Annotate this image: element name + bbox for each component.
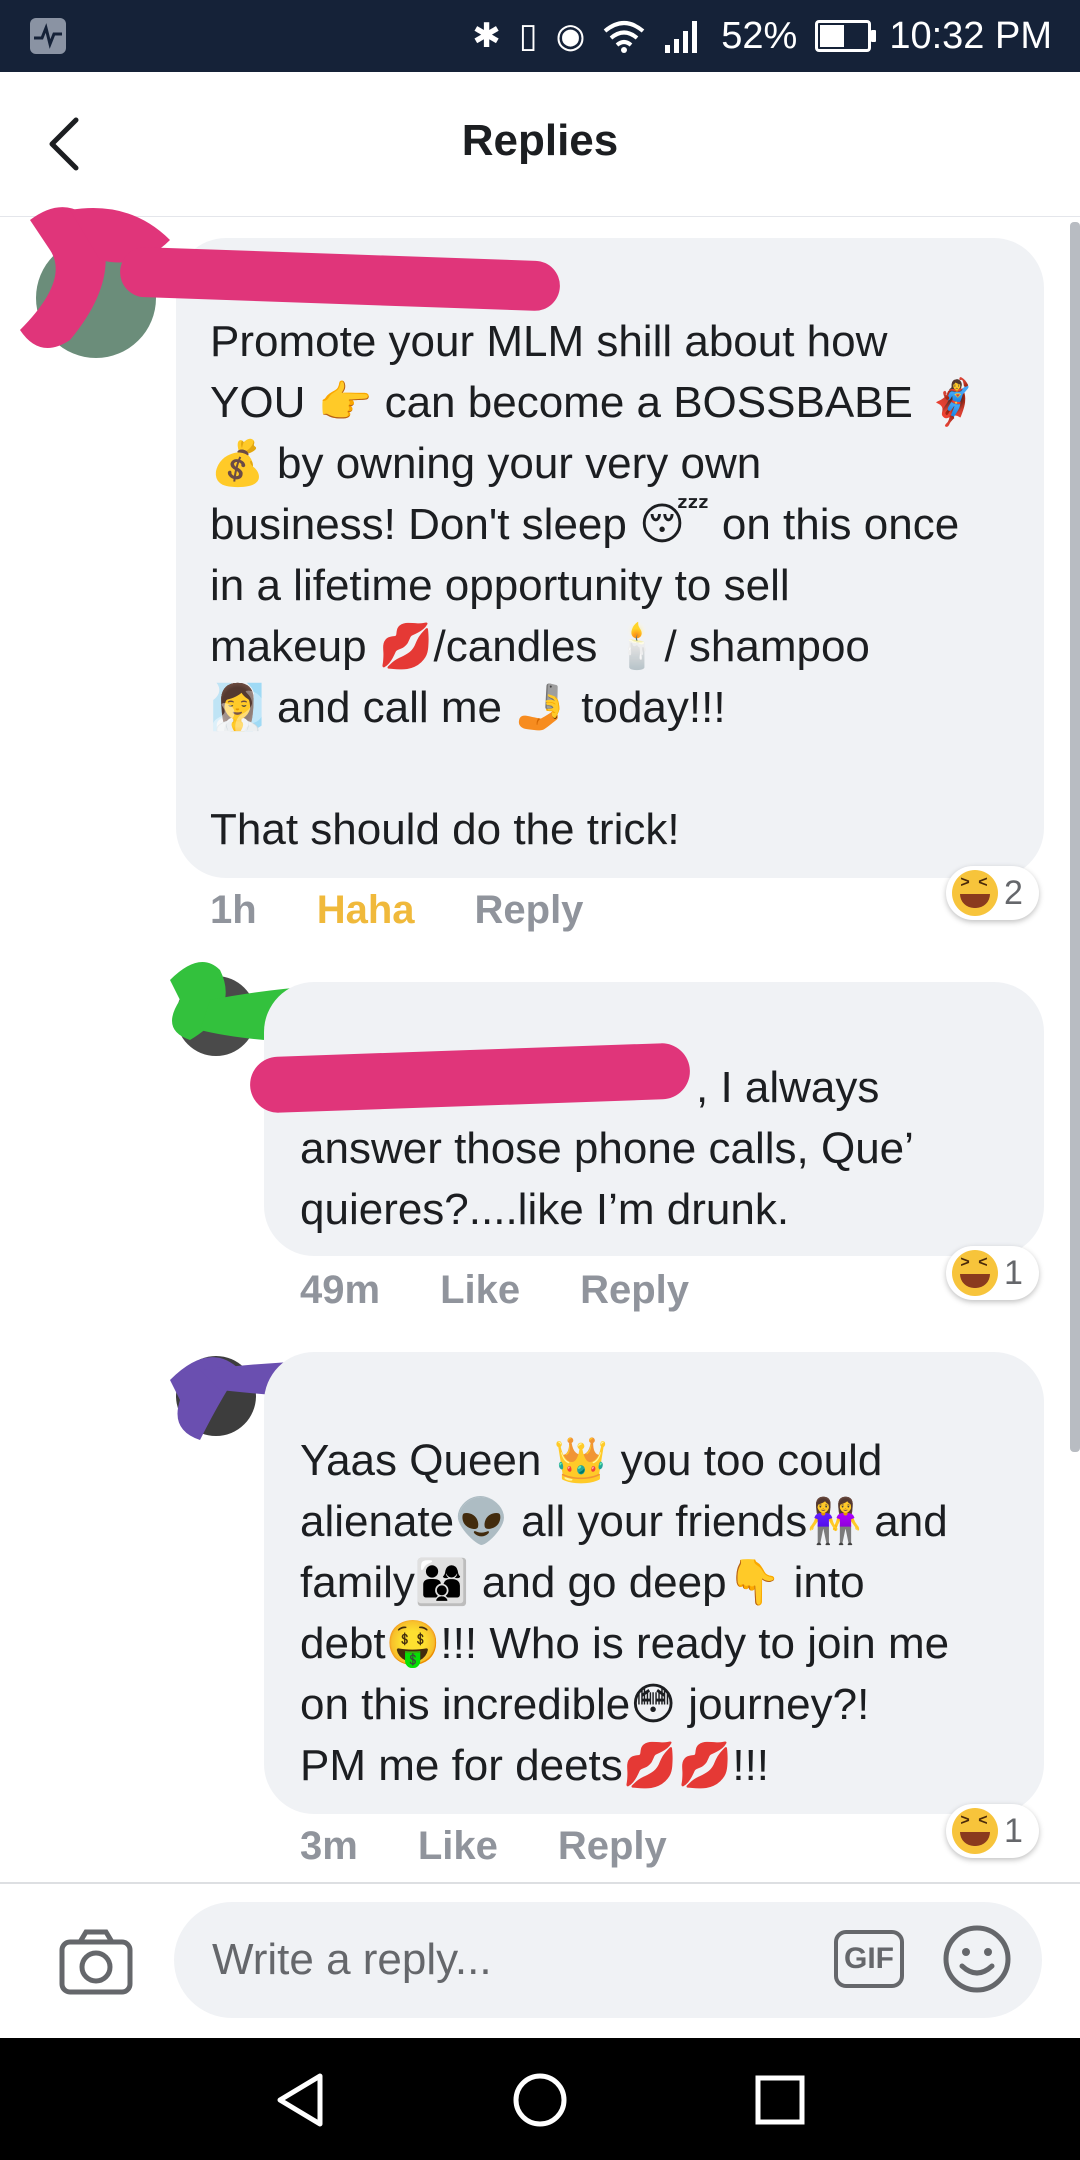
reaction-count: 1 xyxy=(1004,1253,1023,1292)
comment-text: Promote your MLM shill about how YOU 👉 c… xyxy=(210,317,980,854)
comment-actions: 3m Like Reply xyxy=(300,1816,667,1876)
scrollbar[interactable] xyxy=(1070,222,1080,1452)
comment-text: answer those phone calls, Que’ quieres?.… xyxy=(300,1124,914,1234)
battery-icon xyxy=(815,20,877,52)
haha-emoji-icon xyxy=(952,870,998,916)
back-triangle-icon xyxy=(277,2073,323,2127)
reaction-badge[interactable]: 1 xyxy=(946,1804,1039,1858)
emoji-button[interactable] xyxy=(942,1924,1012,1994)
comment-text: Yaas Queen 👑 you too could alienate👽 all… xyxy=(300,1436,950,1790)
reaction-badge[interactable]: 2 xyxy=(946,866,1039,920)
comment-time: 1h xyxy=(210,887,257,932)
composer-divider xyxy=(0,1882,1080,1884)
nav-back-button[interactable] xyxy=(262,2060,342,2140)
page-title: Replies xyxy=(461,116,619,165)
comment-actions: 49m Like Reply xyxy=(300,1260,689,1320)
signal-icon xyxy=(665,21,698,53)
camera-button[interactable] xyxy=(58,1928,134,1998)
gif-button[interactable]: GIF xyxy=(834,1930,904,1988)
comment-text-first-line: , I always xyxy=(696,1063,880,1112)
pulse-icon xyxy=(30,18,66,54)
battery-fill xyxy=(820,25,845,47)
haha-emoji-icon xyxy=(952,1250,998,1296)
reply-link[interactable]: Reply xyxy=(475,888,584,933)
comment-time: 49m xyxy=(300,1267,381,1312)
comment-actions: 1h Haha Reply xyxy=(210,880,583,940)
reply-link[interactable]: Reply xyxy=(580,1268,689,1313)
nav-home-button[interactable] xyxy=(500,2060,580,2140)
vibrate-icon: ▯ xyxy=(518,17,538,55)
reaction-count: 1 xyxy=(1004,1811,1023,1850)
comment-time: 3m xyxy=(300,1823,358,1868)
haha-reaction-link[interactable]: Haha xyxy=(317,888,415,933)
smiley-icon xyxy=(943,1925,1011,1993)
clock: 10:32 PM xyxy=(889,14,1052,57)
status-bar: ✱ ▯ ◉ 52% 10:32 PM xyxy=(0,0,1080,72)
haha-emoji-icon xyxy=(952,1808,998,1854)
reply-input[interactable] xyxy=(174,1902,1042,2018)
camera-icon xyxy=(59,1929,133,1995)
system-nav-bar xyxy=(0,2038,1080,2160)
recents-square-icon xyxy=(755,2075,805,2125)
like-link[interactable]: Like xyxy=(418,1824,498,1869)
eye-icon: ◉ xyxy=(555,17,586,55)
reaction-badge[interactable]: 1 xyxy=(946,1246,1039,1300)
nav-recents-button[interactable] xyxy=(740,2060,820,2140)
wifi-icon xyxy=(603,21,645,53)
bluetooth-icon: ✱ xyxy=(472,17,501,55)
reaction-count: 2 xyxy=(1004,873,1023,912)
like-link[interactable]: Like xyxy=(440,1268,520,1313)
home-circle-icon xyxy=(513,2073,567,2127)
reply-link[interactable]: Reply xyxy=(558,1824,667,1869)
battery-percent: 52% xyxy=(721,14,798,57)
